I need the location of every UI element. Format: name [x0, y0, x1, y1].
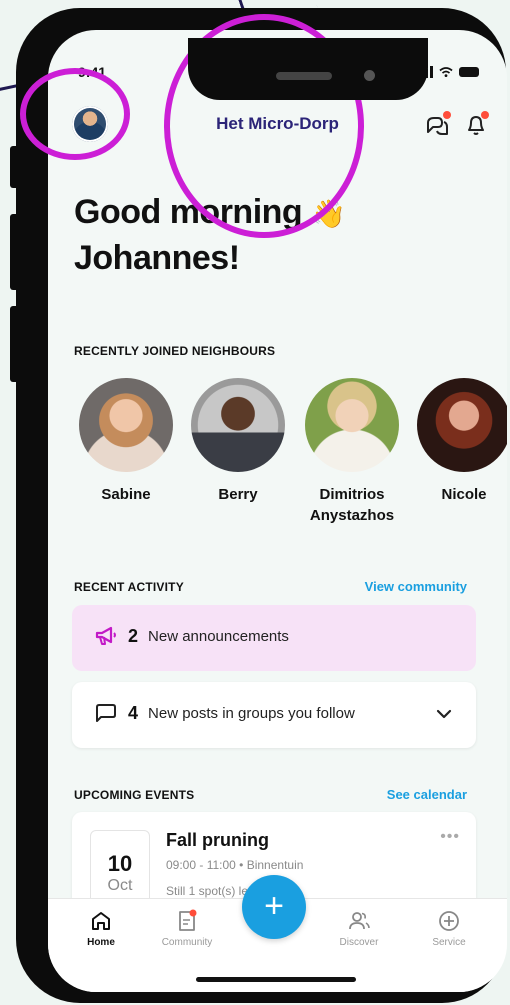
- messages-button[interactable]: [425, 111, 451, 138]
- home-indicator: [196, 977, 356, 982]
- posts-row: 4 New posts in groups you follow: [94, 702, 355, 724]
- people-icon: [349, 912, 370, 930]
- tab-home[interactable]: Home: [66, 909, 136, 948]
- neighbour-card-sabine[interactable]: Sabine: [76, 378, 176, 505]
- camera: [364, 70, 375, 81]
- notch: [188, 38, 428, 100]
- event-date: 10 Oct: [90, 830, 150, 904]
- announcements-text: New announcements: [148, 627, 289, 645]
- tab-community-label: Community: [161, 937, 213, 948]
- waving-hand-emoji: 👋: [311, 198, 346, 229]
- announcements-count: 2: [128, 625, 139, 646]
- notifications-button[interactable]: [463, 111, 489, 138]
- speaker: [276, 72, 332, 80]
- chevron-down-icon[interactable]: [434, 704, 454, 724]
- neighbour-name: Dimitrios Anystazhos: [309, 486, 395, 524]
- view-community-link[interactable]: View community: [365, 579, 467, 594]
- posts-count: 4: [128, 702, 139, 723]
- activity-section-label: RECENT ACTIVITY: [74, 580, 184, 594]
- neighbour-name: Berry: [218, 486, 258, 503]
- neighbours-section-label: RECENTLY JOINED NEIGHBOURS: [74, 344, 276, 358]
- neighbour-photo: [417, 378, 507, 472]
- plus-circle-icon: [439, 911, 459, 931]
- neighbours-carousel[interactable]: Sabine Berry Dimitrios Anystazhos Nicole: [76, 378, 507, 538]
- battery-icon: [459, 67, 479, 77]
- header-actions: [425, 111, 489, 138]
- tab-service-label: Service: [432, 937, 466, 948]
- document-icon: [179, 909, 197, 931]
- status-time: 9:41: [78, 64, 107, 80]
- neighbour-card-dimitrios[interactable]: Dimitrios Anystazhos: [302, 378, 402, 526]
- tab-bar: Home Community + Discover Service: [48, 875, 507, 992]
- announcements-row: 2 New announcements: [94, 625, 289, 647]
- neighbour-card-berry[interactable]: Berry: [188, 378, 288, 505]
- neighbour-photo: [191, 378, 285, 472]
- volume-up-button: [10, 214, 16, 290]
- silent-switch: [10, 146, 16, 188]
- neighbour-photo: [79, 378, 173, 472]
- more-options-icon[interactable]: •••: [440, 828, 460, 846]
- message-square-icon: [96, 704, 116, 722]
- tab-discover[interactable]: Discover: [324, 909, 394, 948]
- megaphone-icon: [95, 626, 116, 645]
- messages-badge: [443, 111, 451, 119]
- home-icon: [92, 912, 110, 930]
- create-button[interactable]: +: [242, 875, 306, 939]
- greeting-line2: Johannes!: [74, 239, 240, 277]
- app-header: Het Micro-Dorp: [48, 102, 507, 158]
- event-month: Oct: [107, 877, 133, 894]
- event-title: Fall pruning: [166, 830, 269, 850]
- posts-text: New posts in groups you follow: [148, 704, 355, 722]
- tab-discover-label: Discover: [339, 937, 379, 948]
- see-calendar-link[interactable]: See calendar: [387, 787, 467, 802]
- greeting-line1: Good morning: [74, 193, 303, 231]
- neighbour-card-nicole[interactable]: Nicole: [414, 378, 507, 505]
- neighbour-photo: [305, 378, 399, 472]
- tab-community[interactable]: Community: [152, 909, 222, 948]
- event-time: 09:00 - 11:00 • Binnentuin: [166, 858, 304, 872]
- greeting: Good morning 👋 Johannes!: [74, 190, 474, 280]
- volume-down-button: [10, 306, 16, 382]
- wifi-icon: [439, 67, 453, 77]
- neighbour-name: Sabine: [101, 486, 151, 503]
- phone-frame: 9:41 Het Micro-Dorp Good morning 👋 Johan…: [10, 8, 507, 1003]
- screen: 9:41 Het Micro-Dorp Good morning 👋 Johan…: [48, 30, 507, 992]
- neighbour-name: Nicole: [441, 486, 487, 503]
- tab-service[interactable]: Service: [414, 909, 484, 948]
- notifications-badge: [481, 111, 489, 119]
- posts-card[interactable]: 4 New posts in groups you follow: [72, 682, 476, 748]
- event-spots: Still 1 spot(s) left: [166, 884, 255, 898]
- announcements-card[interactable]: 2 New announcements: [72, 605, 476, 671]
- event-day: 10: [107, 851, 133, 876]
- events-section-label: UPCOMING EVENTS: [74, 788, 195, 802]
- tab-home-label: Home: [87, 937, 115, 948]
